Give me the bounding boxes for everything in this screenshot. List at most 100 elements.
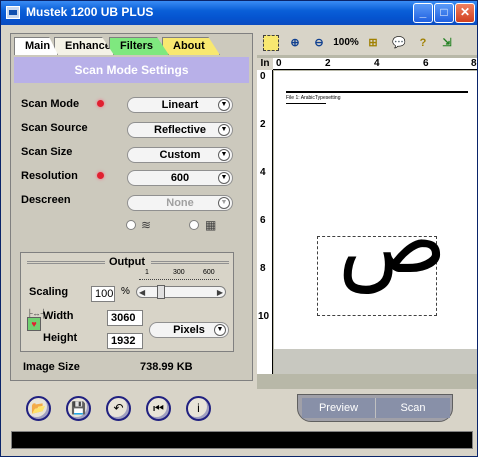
scan-size-select[interactable]: Custom ▼ [127,147,233,163]
resolution-label: Resolution [21,170,78,182]
slider-thumb[interactable] [157,285,165,299]
folder-icon: 📂 [31,401,46,415]
undo-arrow-icon: ↶ [113,401,124,415]
action-tabs: Preview Scan [297,394,453,422]
h-tick-8: 8 [471,58,477,69]
unit-select[interactable]: Pixels ▼ [149,322,229,338]
tab-enhance[interactable]: Enhance [54,37,114,55]
scanner-window: Mustek 1200 UB PLUS _ □ ✕ Main Enhance F… [0,0,478,457]
zoom-out-icon[interactable]: ⊖ [311,35,327,51]
halftone-pattern-icon: ▦ [205,218,217,232]
chevron-down-icon: ▼ [214,324,226,336]
height-input[interactable]: 1932 [107,333,143,349]
scan-source-value: Reflective [154,124,206,136]
settings-panel: Main Enhance Filters About Scan Mode Set… [10,33,253,381]
disk-icon: 💾 [71,401,86,415]
scan-mode-indicator-icon [97,100,104,107]
height-label: Height [43,332,78,344]
resolution-indicator-icon [97,172,104,179]
h-tick-4: 4 [374,58,380,69]
tick-label-600: 600 [203,269,215,276]
v-tick-8: 8 [260,263,266,274]
maximize-button[interactable]: □ [434,3,454,23]
scan-selection-box[interactable]: ص [317,197,447,316]
scan-button[interactable]: Scan [376,398,450,418]
zoom-level[interactable]: 100% [333,35,359,51]
ruler-unit: In [257,58,273,70]
window-title: Mustek 1200 UB PLUS [26,5,154,19]
help-icon[interactable]: ? [415,35,431,51]
preview-canvas[interactable]: File 1: ArabicTypesetting ص [274,71,477,349]
v-tick-0: 0 [260,71,266,82]
open-folder-button[interactable]: 📂 [26,396,51,421]
image-size-label: Image Size [23,361,80,373]
preview-margin [274,349,477,374]
screen-pattern-icon: ≋ [141,218,152,232]
status-bar [11,431,473,449]
zoom-in-icon[interactable]: ⊕ [287,35,303,51]
resolution-select[interactable]: 600 ▼ [127,170,233,186]
scaling-slider[interactable]: ◀ ▶ [136,285,226,299]
rewind-button[interactable]: ⏮ [146,396,171,421]
width-input[interactable]: 3060 [107,310,143,326]
tab-main[interactable]: Main [14,37,58,55]
slider-left-icon[interactable]: ◀ [139,288,145,297]
preview-panel: ⊕ ⊖ 100% ⊞ 💬 ? ⇲ In 0 2 4 6 8 0 2 4 6 8 … [257,31,477,389]
h-tick-2: 2 [325,58,331,69]
slider-right-icon[interactable]: ▶ [217,288,223,297]
h-tick-6: 6 [423,58,429,69]
horizontal-ruler: 0 2 4 6 8 [273,58,477,70]
scaling-unit: % [121,286,130,297]
chevron-down-icon: ▼ [218,172,230,184]
descreen-option-1-radio[interactable] [126,220,136,230]
section-title: Scan Mode Settings [14,57,249,83]
vertical-ruler: 0 2 4 6 8 10 [257,70,273,374]
v-tick-2: 2 [260,119,266,130]
scan-mode-label: Scan Mode [21,98,80,110]
descreen-select[interactable]: None ▼ [127,195,233,211]
scaling-ticks: 1 300 600 [139,269,219,280]
document-text: File 1: ArabicTypesetting [286,95,341,101]
lock-ratio-icon[interactable]: ♥ [27,317,41,331]
fit-page-icon[interactable]: ⊞ [365,35,381,51]
restore-button[interactable]: ↶ [106,396,131,421]
output-group: Output Scaling 100 % ├↔┤ ♥ Width 3060 He… [20,252,234,352]
chevron-down-icon: ▼ [218,99,230,111]
descreen-value: None [166,197,194,209]
close-button[interactable]: ✕ [455,3,475,23]
unit-value: Pixels [173,324,205,336]
image-size-value: 738.99 KB [140,361,193,373]
minimize-button[interactable]: _ [413,3,433,23]
tick-label-300: 300 [173,269,185,276]
scan-mode-select[interactable]: Lineart ▼ [127,97,233,113]
exit-icon[interactable]: ⇲ [439,35,455,51]
preview-toolbar: ⊕ ⊖ 100% ⊞ 💬 ? ⇲ [257,31,477,55]
v-tick-4: 4 [260,167,266,178]
scan-mode-value: Lineart [161,99,199,111]
scan-source-select[interactable]: Reflective ▼ [127,122,233,138]
resolution-value: 600 [170,172,190,184]
descreen-label: Descreen [21,194,71,206]
info-button[interactable]: i [186,396,211,421]
rewind-icon: ⏮ [153,401,164,415]
comment-icon[interactable]: 💬 [391,35,407,51]
v-tick-10: 10 [258,311,270,322]
width-label: Width [43,310,74,322]
scan-size-label: Scan Size [21,146,73,158]
preview-button[interactable]: Preview [302,398,376,418]
descreen-option-2-radio[interactable] [189,220,199,230]
document-header-bar [286,91,468,93]
image-size-row: Image Size 738.99 KB [20,360,234,378]
arabic-glyph: ص [338,189,447,294]
save-button[interactable]: 💾 [66,396,91,421]
tab-filters[interactable]: Filters [109,37,169,55]
chevron-down-icon: ▼ [218,149,230,161]
scaling-input[interactable]: 100 [91,286,115,302]
v-tick-6: 6 [260,215,266,226]
tab-about[interactable]: About [162,37,220,55]
select-area-icon[interactable] [263,35,279,51]
scan-source-label: Scan Source [21,122,88,134]
chevron-down-icon: ▼ [218,124,230,136]
app-icon [6,6,20,19]
chevron-down-icon: ▼ [218,197,230,209]
